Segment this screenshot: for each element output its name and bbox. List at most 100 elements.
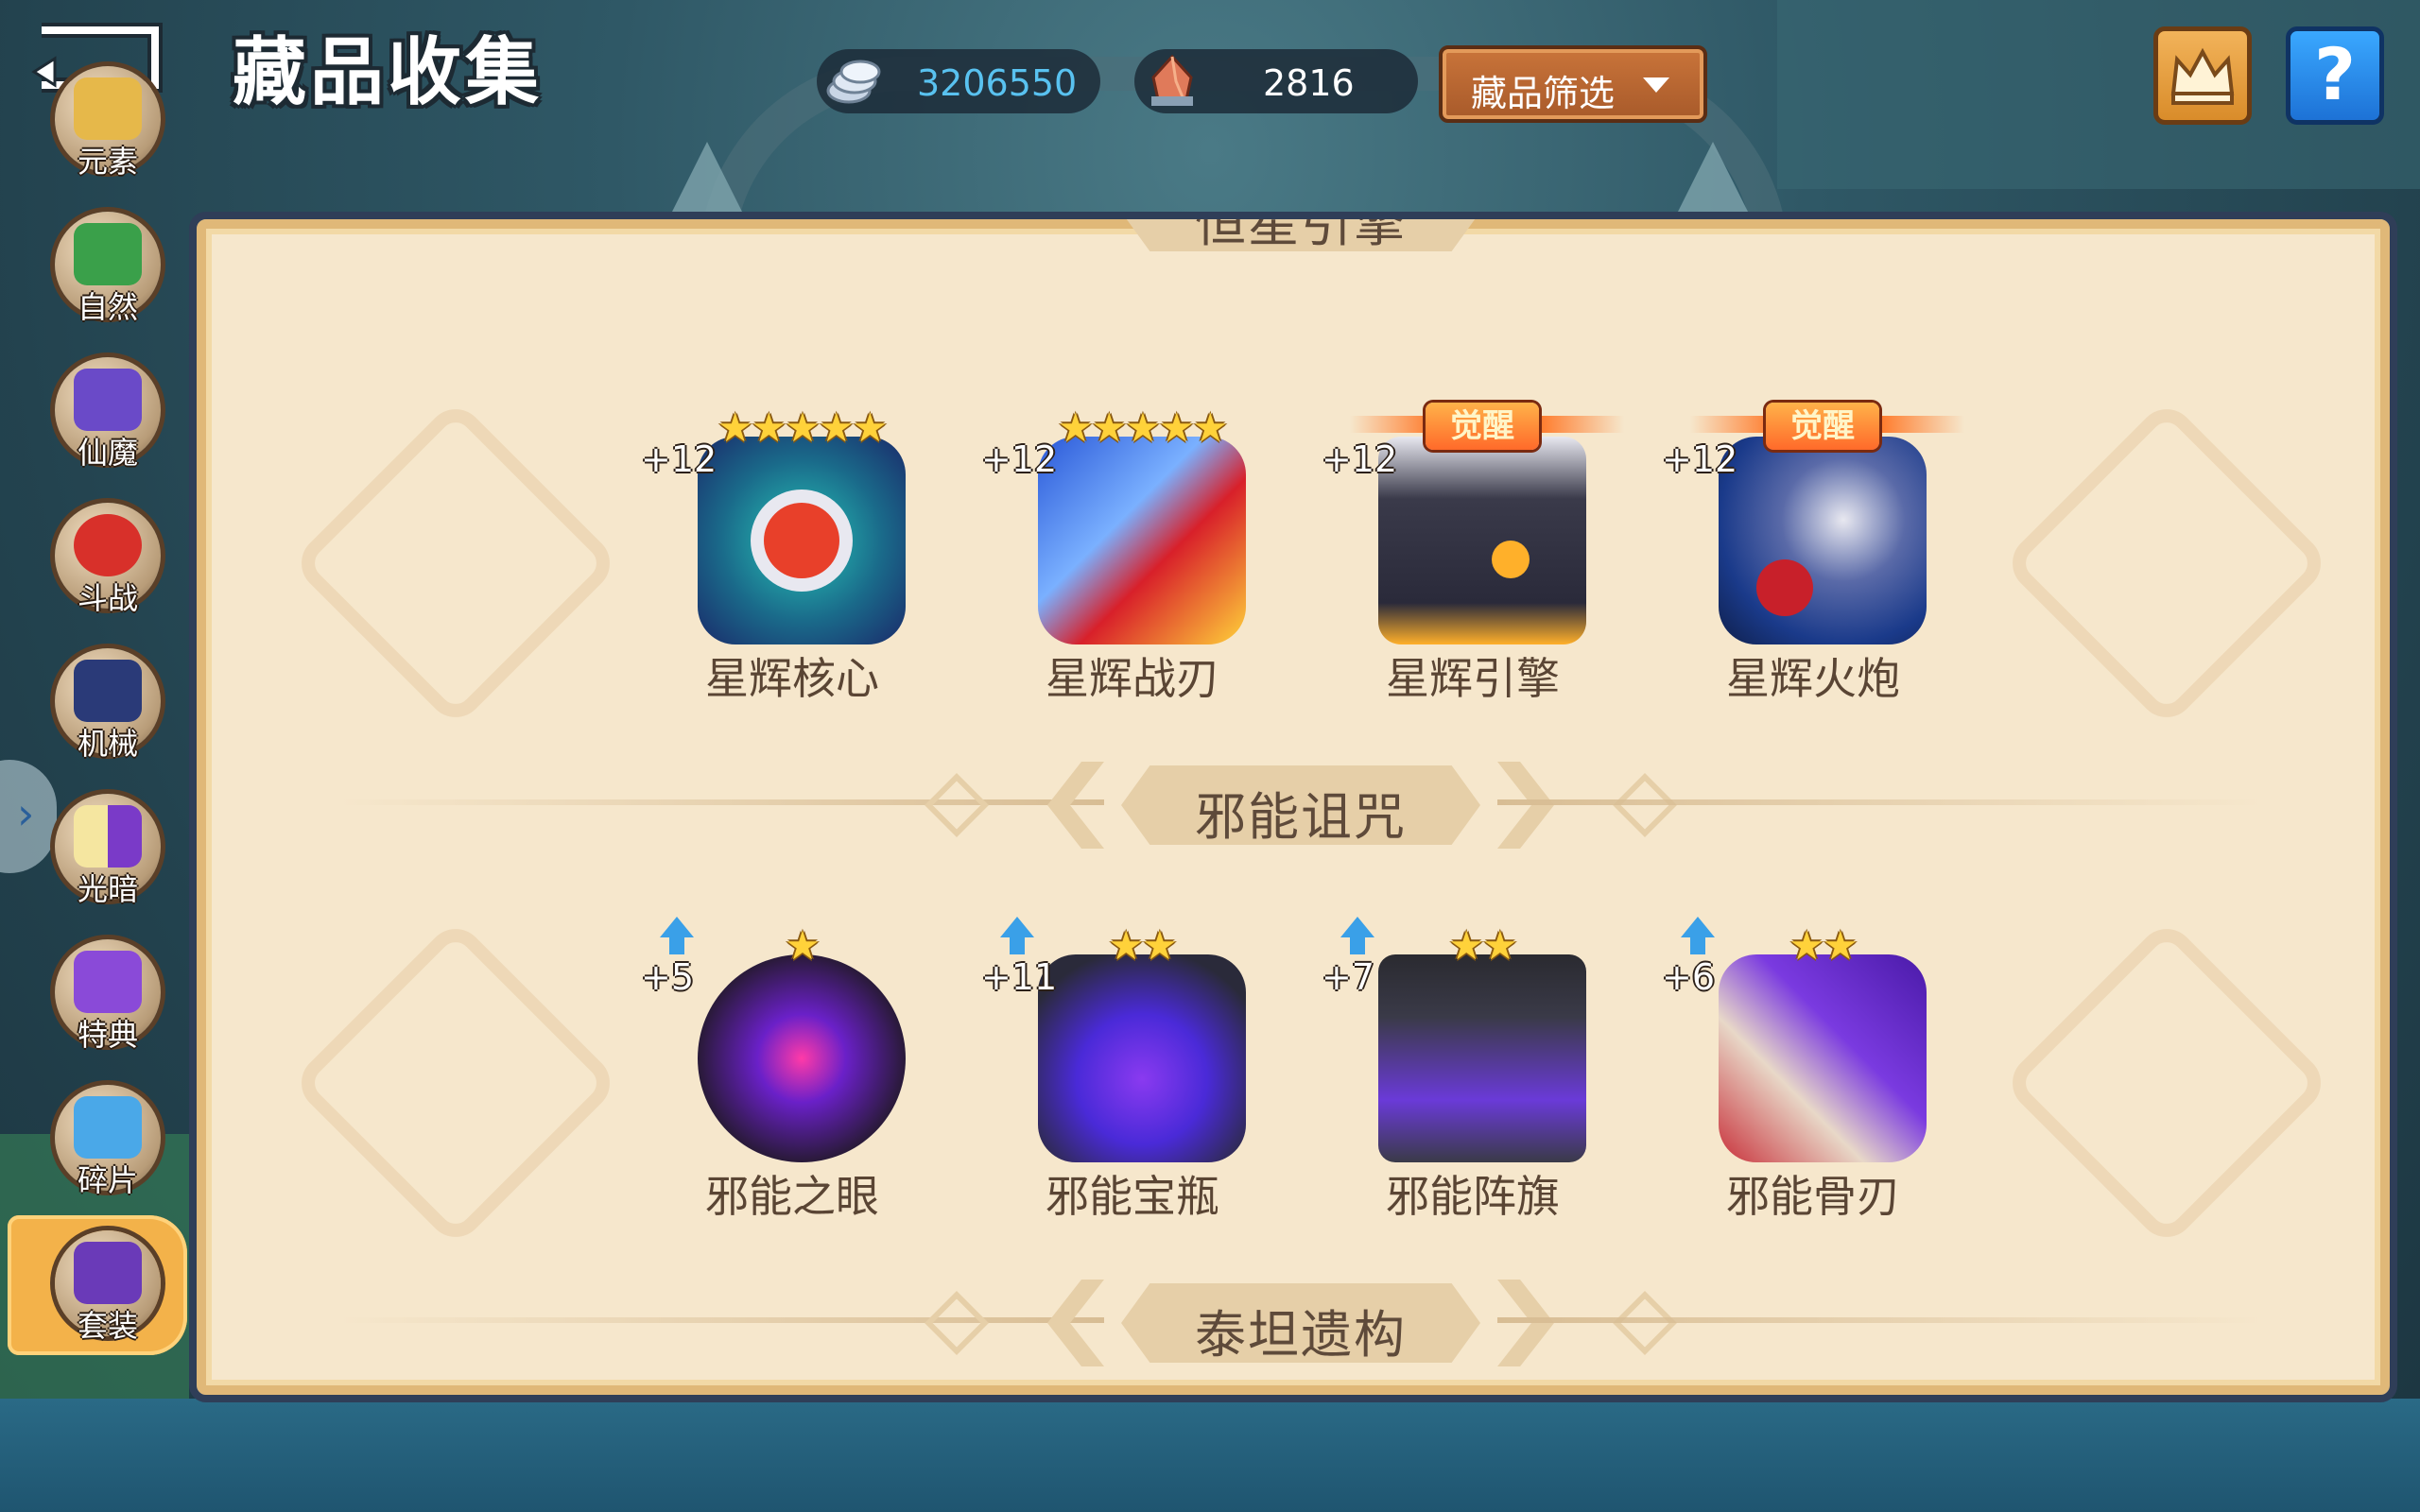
awaken-wing bbox=[1539, 416, 1624, 433]
divider-chevron bbox=[1047, 1280, 1104, 1366]
section-header-stellar-engine: 恒星引擎 bbox=[197, 219, 2390, 253]
panel-watermark bbox=[2000, 397, 2333, 730]
divider-chevron bbox=[1497, 762, 1554, 849]
level-badge: +7 bbox=[1322, 956, 1375, 998]
level-badge: +12 bbox=[981, 438, 1058, 480]
awaken-wing bbox=[1350, 416, 1435, 433]
sidebar-item-label: 自然 bbox=[77, 289, 138, 325]
collection-item[interactable]: 觉醒 +12 星辉引擎 bbox=[1322, 380, 1624, 704]
divider-chevron bbox=[1497, 1280, 1554, 1366]
filter-label: 藏品筛选 bbox=[1471, 73, 1616, 114]
fel-vase-art bbox=[1038, 954, 1246, 1162]
fel-banner-art bbox=[1378, 954, 1586, 1162]
awaken-badge: 觉醒 bbox=[1426, 403, 1539, 450]
silver-coins-icon bbox=[826, 60, 881, 104]
crown-button[interactable] bbox=[2153, 26, 2252, 125]
star-rating: ★★ bbox=[1448, 922, 1517, 969]
gem-amount: 2816 bbox=[1263, 62, 1355, 104]
collection-item[interactable]: ★★★★★ +12 星辉战刃 bbox=[981, 380, 1265, 704]
currency-silver: 3206550 bbox=[817, 49, 1100, 113]
help-button[interactable]: ? bbox=[2286, 26, 2384, 125]
filter-dropdown[interactable]: 藏品筛选 bbox=[1439, 45, 1707, 123]
mech-icon bbox=[74, 660, 142, 722]
collection-item[interactable]: ★★ +6 邪能骨刃 bbox=[1662, 898, 1945, 1222]
star-engine-art bbox=[1378, 437, 1586, 644]
background-water bbox=[0, 1399, 2420, 1512]
engine-light bbox=[1492, 541, 1530, 578]
sidebar-item-label: 光暗 bbox=[77, 871, 138, 907]
chevron-down-icon bbox=[1643, 77, 1669, 93]
star-core-art bbox=[698, 437, 906, 644]
silver-amount: 3206550 bbox=[917, 62, 1078, 104]
section-title: 邪能诅咒 bbox=[1195, 787, 1407, 847]
level-badge: +12 bbox=[1662, 438, 1738, 480]
collection-item[interactable]: 觉醒 +12 星辉火炮 bbox=[1662, 380, 1964, 704]
sidebar-item-shards[interactable]: 碎片 bbox=[49, 1079, 166, 1198]
gem-shard-icon bbox=[1151, 54, 1193, 106]
cannon-barrel bbox=[1756, 559, 1813, 616]
sidebar-item-nature[interactable]: 自然 bbox=[49, 206, 166, 325]
sidebar-item-label: 斗战 bbox=[77, 580, 138, 616]
page-title: 藏品收集 bbox=[233, 30, 544, 115]
sidebar-item-light-dark[interactable]: 光暗 bbox=[49, 788, 166, 907]
divider-diamond bbox=[1613, 773, 1677, 837]
sidebar-item-label: 机械 bbox=[77, 726, 138, 762]
sidebar-item-element[interactable]: 元素 bbox=[49, 60, 166, 180]
item-name: 邪能宝瓶 bbox=[1046, 1171, 1219, 1222]
sidebar-item-label: 碎片 bbox=[77, 1162, 138, 1198]
section-header-titan-relic: 泰坦遗构 bbox=[197, 1278, 2390, 1366]
special-box-icon bbox=[74, 951, 142, 1013]
divider-diamond bbox=[925, 773, 989, 837]
collection-item[interactable]: ★ +5 邪能之眼 bbox=[641, 898, 925, 1222]
star-blade-art bbox=[1038, 437, 1246, 644]
background-spike bbox=[669, 142, 745, 217]
immortal-demon-icon bbox=[74, 369, 142, 431]
panel-watermark bbox=[289, 917, 622, 1249]
sidebar-item-label: 仙魔 bbox=[77, 435, 138, 471]
item-name: 邪能骨刃 bbox=[1726, 1171, 1900, 1222]
level-badge: +12 bbox=[1322, 438, 1398, 480]
star-rating: ★★ bbox=[1789, 922, 1858, 969]
item-name: 星辉核心 bbox=[705, 653, 879, 704]
divider-chevron bbox=[1047, 762, 1104, 849]
tree-icon bbox=[74, 223, 142, 285]
divider-diamond bbox=[1613, 1291, 1677, 1355]
set-gem-icon bbox=[74, 1242, 142, 1304]
sidebar-item-sets[interactable]: 套装 bbox=[8, 1215, 187, 1355]
sidebar-item-immortal-demon[interactable]: 仙魔 bbox=[49, 352, 166, 471]
sidebar-expand-button[interactable]: › bbox=[0, 760, 57, 873]
battle-orb-icon bbox=[74, 514, 142, 576]
item-name: 星辉战刃 bbox=[1046, 653, 1219, 704]
section-title: 恒星引擎 bbox=[1195, 212, 1407, 253]
divider-line bbox=[1497, 799, 2263, 805]
collection-panel[interactable]: 恒星引擎 ★★★★★ +12 星辉核心 ★★★★★ +12 星辉战刃 觉醒 +1… bbox=[189, 212, 2397, 1402]
fel-bone-blade-art bbox=[1719, 954, 1927, 1162]
divider-line bbox=[338, 1317, 1104, 1323]
level-badge: +11 bbox=[981, 956, 1058, 998]
chevron-right-icon: › bbox=[17, 788, 35, 839]
collection-item[interactable]: ★★ +11 邪能宝瓶 bbox=[981, 898, 1265, 1222]
level-badge: +6 bbox=[1662, 956, 1716, 998]
awaken-wing bbox=[1879, 416, 1964, 433]
currency-gem: 2816 bbox=[1134, 49, 1418, 113]
divider-line bbox=[1497, 1317, 2263, 1323]
shard-bottle-icon bbox=[74, 1096, 142, 1159]
sidebar-item-label: 套装 bbox=[77, 1308, 138, 1344]
panel-watermark bbox=[2000, 917, 2333, 1249]
divider-line bbox=[338, 799, 1104, 805]
item-name: 星辉火炮 bbox=[1726, 653, 1900, 704]
light-dark-icon bbox=[74, 805, 142, 868]
element-icon bbox=[74, 77, 142, 140]
level-badge: +5 bbox=[641, 956, 695, 998]
sidebar-item-battle[interactable]: 斗战 bbox=[49, 497, 166, 616]
collection-item[interactable]: ★★★★★ +12 星辉核心 bbox=[641, 380, 925, 704]
sidebar-item-special[interactable]: 特典 bbox=[49, 934, 166, 1053]
star-rating: ★ bbox=[785, 922, 821, 969]
collection-item[interactable]: ★★ +7 邪能阵旗 bbox=[1322, 898, 1605, 1222]
item-name: 邪能阵旗 bbox=[1386, 1171, 1560, 1222]
sidebar-item-label: 特典 bbox=[77, 1017, 138, 1053]
background-spike bbox=[1675, 142, 1751, 217]
star-cannon-art bbox=[1719, 437, 1927, 644]
panel-watermark bbox=[289, 397, 622, 730]
sidebar-item-mech[interactable]: 机械 bbox=[49, 643, 166, 762]
